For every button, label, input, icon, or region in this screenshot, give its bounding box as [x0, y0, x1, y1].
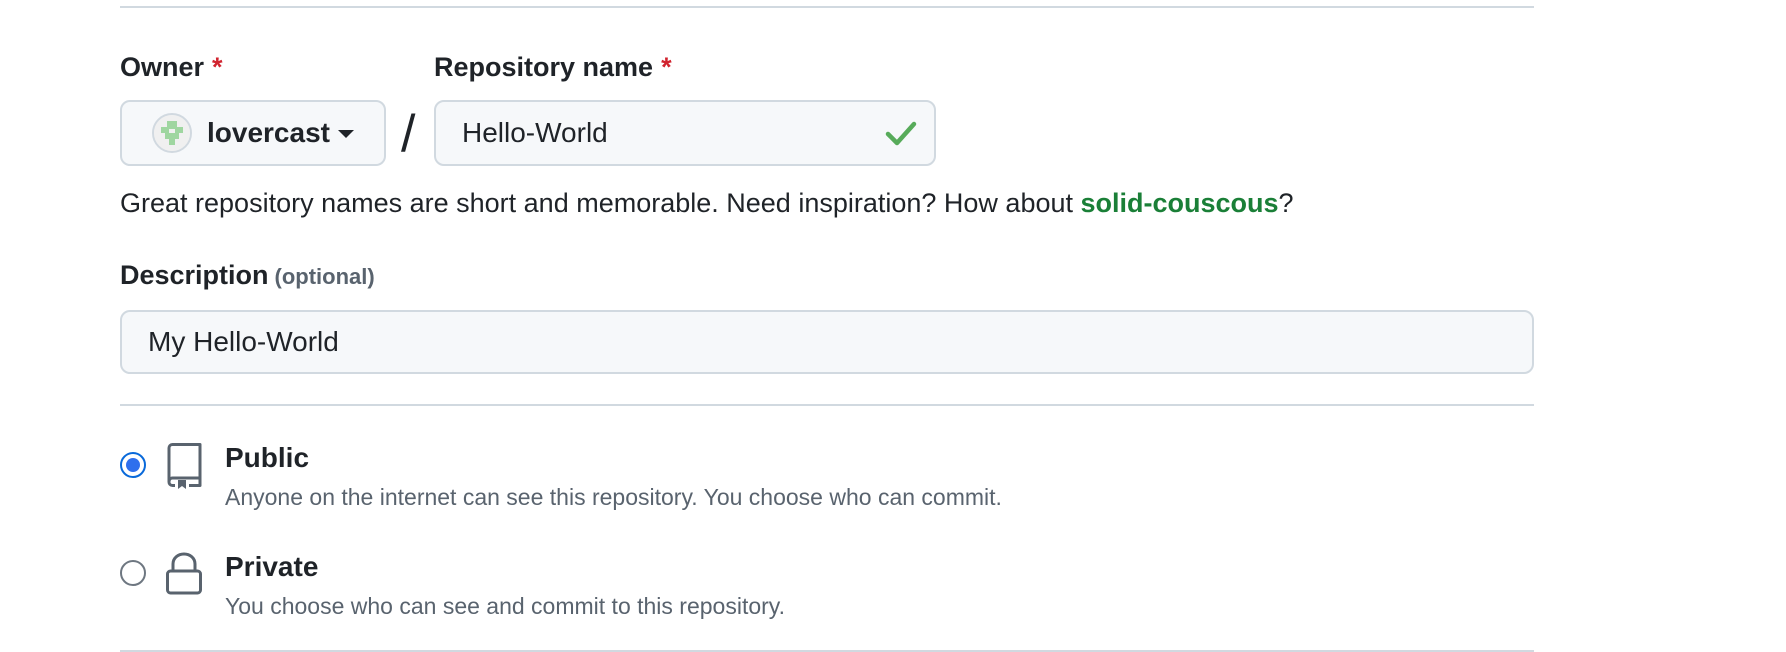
description-label: Description (optional): [120, 260, 375, 291]
private-option-title: Private: [225, 551, 319, 582]
owner-select[interactable]: lovercast: [120, 100, 386, 166]
public-radio[interactable]: [120, 452, 146, 478]
repository-name-label-text: Repository name: [434, 52, 654, 82]
public-option-description: Anyone on the internet can see this repo…: [225, 484, 1002, 510]
description-value: My Hello-World: [148, 326, 339, 357]
hint-prefix: Great repository names are short and mem…: [120, 188, 1081, 218]
owner-avatar: [152, 113, 192, 153]
repo-book-icon: [167, 443, 202, 489]
top-divider: [120, 6, 1534, 8]
hint-suffix: ?: [1278, 188, 1294, 218]
visibility-top-divider: [120, 404, 1534, 406]
owner-select-value: lovercast: [207, 117, 330, 148]
check-icon: [885, 121, 917, 146]
repository-name-hint: Great repository names are short and mem…: [120, 188, 1294, 219]
identicon-avatar-icon: [154, 115, 190, 151]
lock-icon: [166, 552, 202, 595]
repository-name-value: Hello-World: [462, 117, 608, 148]
suggested-name-link[interactable]: solid-couscous: [1081, 188, 1279, 218]
description-optional-note: (optional): [274, 264, 375, 289]
repository-name-label: Repository name *: [434, 52, 672, 83]
owner-repo-separator: /: [401, 105, 416, 163]
repository-name-required-mark: *: [661, 52, 672, 82]
description-input[interactable]: My Hello-World: [120, 310, 1534, 374]
owner-required-mark: *: [212, 52, 223, 82]
private-option-description: You choose who can see and commit to thi…: [225, 593, 785, 619]
repository-name-input[interactable]: Hello-World: [434, 100, 936, 166]
private-radio[interactable]: [120, 560, 146, 586]
description-label-text: Description: [120, 260, 269, 290]
chevron-down-icon: [337, 130, 354, 138]
owner-label-text: Owner: [120, 52, 205, 82]
public-option-title: Public: [225, 442, 310, 473]
owner-label: Owner *: [120, 52, 223, 83]
